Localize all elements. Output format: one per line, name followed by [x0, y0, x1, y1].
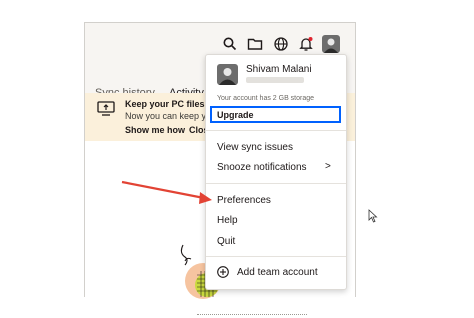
- avatar[interactable]: [322, 35, 340, 53]
- add-icon: [217, 266, 229, 278]
- menu-avatar: [217, 64, 238, 85]
- account-menu: Shivam Malani Your account has 2 GB stor…: [205, 54, 347, 290]
- mouse-cursor-icon: [368, 209, 378, 223]
- banner-title: Keep your PC files ba: [125, 99, 218, 109]
- menu-divider: [206, 256, 346, 257]
- add-team-account-item[interactable]: Add team account: [237, 267, 318, 278]
- computer-upload-icon: [97, 101, 115, 116]
- globe-icon[interactable]: [273, 36, 289, 52]
- folder-icon[interactable]: [247, 36, 263, 52]
- bell-icon[interactable]: [298, 36, 314, 52]
- snooze-notifications-item[interactable]: Snooze notifications: [217, 162, 307, 173]
- help-item[interactable]: Help: [217, 215, 238, 226]
- quit-item[interactable]: Quit: [217, 236, 235, 247]
- storage-info: Your account has 2 GB storage: [217, 95, 315, 102]
- view-sync-issues-item[interactable]: View sync issues: [217, 142, 293, 153]
- footer-text-hint: [197, 314, 307, 318]
- menu-divider: [206, 183, 346, 184]
- search-icon[interactable]: [222, 36, 238, 52]
- notification-dot: [308, 37, 313, 41]
- upgrade-button[interactable]: Upgrade: [210, 106, 341, 123]
- redacted-email: [246, 77, 304, 83]
- chevron-right-icon: >: [325, 161, 331, 172]
- show-me-how-link[interactable]: Show me how: [125, 125, 185, 135]
- menu-divider: [206, 130, 346, 131]
- user-name: Shivam Malani: [246, 64, 312, 75]
- banner-body: Now you can keep you: [125, 111, 217, 121]
- preferences-item[interactable]: Preferences: [217, 195, 271, 206]
- upgrade-label: Upgrade: [217, 110, 254, 120]
